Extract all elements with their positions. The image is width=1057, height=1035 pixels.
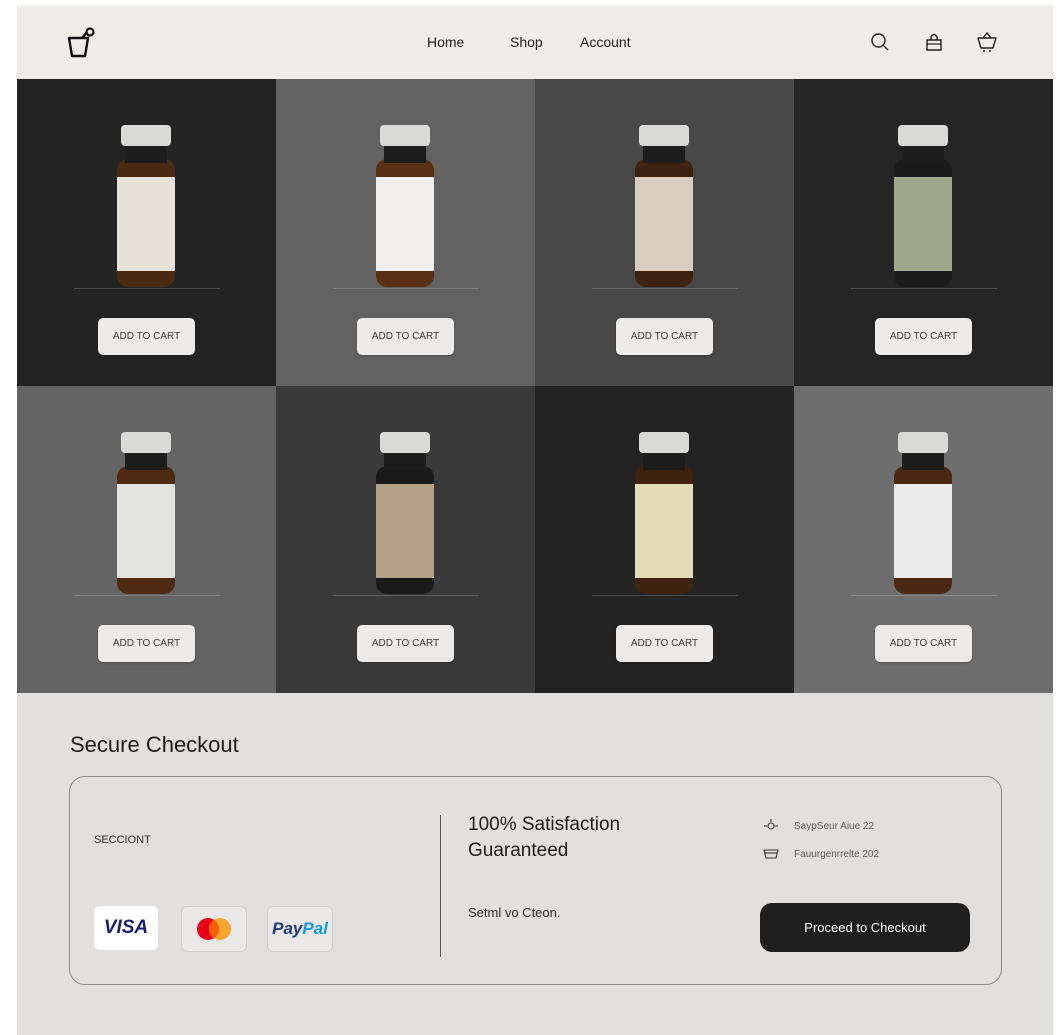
product-bottle-image[interactable] [624, 125, 704, 287]
basket-icon[interactable] [975, 30, 999, 54]
add-to-cart-button[interactable]: ADD TO CART [616, 625, 713, 662]
bag-icon[interactable] [922, 30, 946, 54]
product-tile: ADD TO CART [794, 79, 1053, 386]
visa-badge[interactable]: VISA [94, 906, 158, 950]
paypal-text-pay: Pay [272, 919, 303, 938]
shelf-line [592, 595, 738, 596]
guarantee-subtext: Setml vo Cteon. [468, 905, 561, 920]
nav-home[interactable]: Home [427, 34, 464, 50]
shelf-line [74, 595, 220, 596]
product-bottle-image[interactable] [883, 125, 963, 287]
info-line-1: SaypSeur Aiue 22 [794, 821, 875, 832]
proceed-to-checkout-button[interactable]: Proceed to Checkout [760, 903, 970, 952]
checkout-card: SECCIONT VISA Pay Pal 100% Satisfaction G… [69, 776, 1002, 985]
mastercard-icon [197, 918, 231, 940]
guarantee-heading: 100% Satisfaction Guaranteed [468, 814, 621, 861]
shelf-line [851, 595, 997, 596]
product-bottle-image[interactable] [365, 432, 445, 594]
search-icon[interactable] [868, 30, 892, 54]
add-to-cart-button[interactable]: ADD TO CART [98, 318, 195, 355]
nav-shop[interactable]: Shop [510, 34, 543, 50]
product-tile: ADD TO CART [535, 79, 794, 386]
sparkle-icon [764, 819, 778, 830]
shelf-line [592, 288, 738, 289]
shelf-line [333, 288, 479, 289]
card-icon [763, 849, 779, 859]
add-to-cart-button[interactable]: ADD TO CART [98, 625, 195, 662]
add-to-cart-button[interactable]: ADD TO CART [616, 318, 713, 355]
add-to-cart-button[interactable]: ADD TO CART [357, 625, 454, 662]
product-bottle-image[interactable] [106, 432, 186, 594]
bag-logo-icon[interactable] [65, 27, 99, 61]
product-tile: ADD TO CART [276, 79, 535, 386]
info-line-2: Fauurgenrrelte 202 [794, 849, 880, 860]
nav-account[interactable]: Account [580, 34, 631, 50]
add-to-cart-button[interactable]: ADD TO CART [875, 625, 972, 662]
shelf-line [851, 288, 997, 289]
product-tile: ADD TO CART [535, 386, 794, 693]
add-to-cart-button[interactable]: ADD TO CART [357, 318, 454, 355]
product-tile: ADD TO CART [17, 386, 276, 693]
product-tile: ADD TO CART [794, 386, 1053, 693]
security-label: SECCIONT [94, 834, 151, 846]
paypal-text-pal: Pal [302, 919, 328, 938]
product-tile: ADD TO CART [17, 79, 276, 386]
paypal-badge[interactable]: Pay Pal [267, 906, 333, 952]
product-bottle-image[interactable] [106, 125, 186, 287]
add-to-cart-button[interactable]: ADD TO CART [875, 318, 972, 355]
product-tile: ADD TO CART [276, 386, 535, 693]
vertical-divider [440, 815, 441, 957]
product-bottle-image[interactable] [883, 432, 963, 594]
product-bottle-image[interactable] [624, 432, 704, 594]
checkout-title: Secure Checkout [70, 732, 239, 757]
page-frame: Home Shop Account ADD TO CART ADD TO CAR… [17, 5, 1053, 1035]
product-bottle-image[interactable] [365, 125, 445, 287]
shelf-line [333, 595, 479, 596]
shelf-line [74, 288, 220, 289]
site-header: Home Shop Account [17, 5, 1053, 79]
product-grid: ADD TO CART ADD TO CART ADD TO CART ADD … [17, 79, 1053, 693]
mastercard-badge[interactable] [181, 906, 247, 952]
